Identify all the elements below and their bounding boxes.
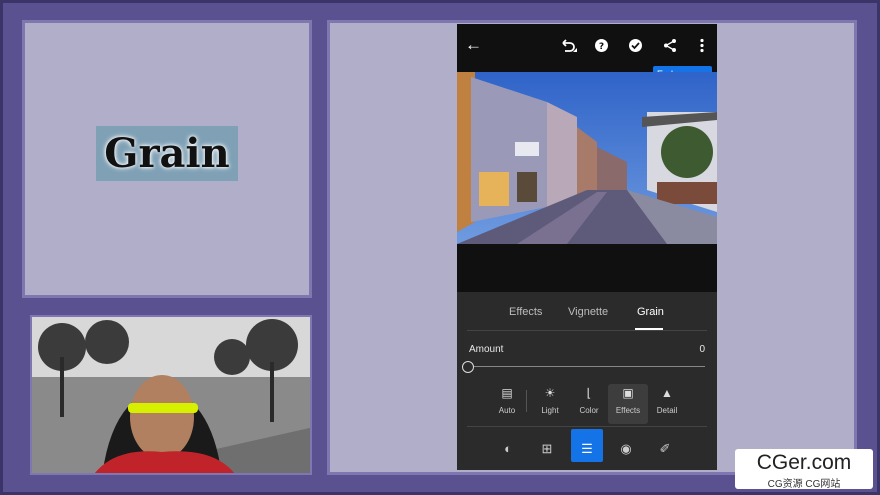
watermark-line1: CGer.com: [756, 451, 852, 474]
undo-icon[interactable]: [559, 37, 577, 55]
svg-text:?: ?: [599, 42, 604, 52]
tool-detail-label: Detail: [656, 406, 678, 415]
tab-grain[interactable]: Grain: [637, 306, 664, 318]
thermometer-icon: ⌊: [586, 386, 592, 400]
bottom-divider: [467, 426, 707, 427]
check-circle-icon[interactable]: [628, 38, 643, 53]
amount-value: 0: [699, 344, 705, 355]
amount-label: Amount: [469, 344, 504, 355]
crop-icon[interactable]: ⊞: [539, 441, 555, 457]
amount-slider-thumb[interactable]: [462, 361, 474, 373]
bottom-toolbar: ◐ ⊞ ☰ ◉ ✐: [457, 429, 717, 470]
title-text: Grain: [104, 130, 230, 177]
tool-auto[interactable]: ▤ Auto: [487, 384, 527, 424]
tool-separator: [526, 390, 527, 412]
edit-sliders-icon[interactable]: ☰: [579, 441, 595, 457]
tabs-divider: [467, 330, 707, 331]
tool-color-label: Color: [579, 406, 599, 415]
webcam-view: [30, 315, 312, 475]
arrow-left-icon[interactable]: ←: [465, 36, 482, 53]
tool-detail[interactable]: ▲ Detail: [647, 384, 687, 424]
help-circle-icon[interactable]: ?: [594, 38, 609, 53]
tool-auto-label: Auto: [498, 406, 516, 415]
top-toolbar: ← ?: [457, 24, 717, 68]
auto-icon: ▤: [501, 386, 513, 400]
effects-tabs: Effects Vignette Grain: [457, 306, 717, 328]
share-icon[interactable]: [663, 38, 678, 53]
lightroom-app: ← ? Early access: [457, 24, 717, 470]
mask-icon[interactable]: ◉: [618, 441, 634, 457]
more-vertical-icon[interactable]: [699, 38, 705, 53]
sun-icon: ☀: [544, 386, 556, 400]
photo-preview[interactable]: [457, 72, 717, 244]
watermark: CGer.com CG资源 CG网站: [735, 449, 873, 490]
tool-effects-label: Effects: [615, 406, 641, 415]
presets-icon[interactable]: ◐: [500, 441, 516, 457]
amount-slider-track[interactable]: [471, 366, 705, 367]
tool-light-label: Light: [541, 406, 559, 415]
tool-color[interactable]: ⌊ Color: [569, 384, 609, 424]
tool-effects[interactable]: ▣ Effects: [608, 384, 648, 424]
effects-icon: ▣: [622, 386, 634, 400]
tab-effects[interactable]: Effects: [509, 306, 542, 318]
heal-icon[interactable]: ✐: [657, 441, 673, 457]
triangle-icon: ▲: [661, 386, 673, 400]
tab-vignette[interactable]: Vignette: [568, 306, 608, 318]
tool-light[interactable]: ☀ Light: [530, 384, 570, 424]
watermark-line2: CG资源 CG网站: [767, 479, 841, 490]
title-card: Grain: [96, 126, 238, 181]
